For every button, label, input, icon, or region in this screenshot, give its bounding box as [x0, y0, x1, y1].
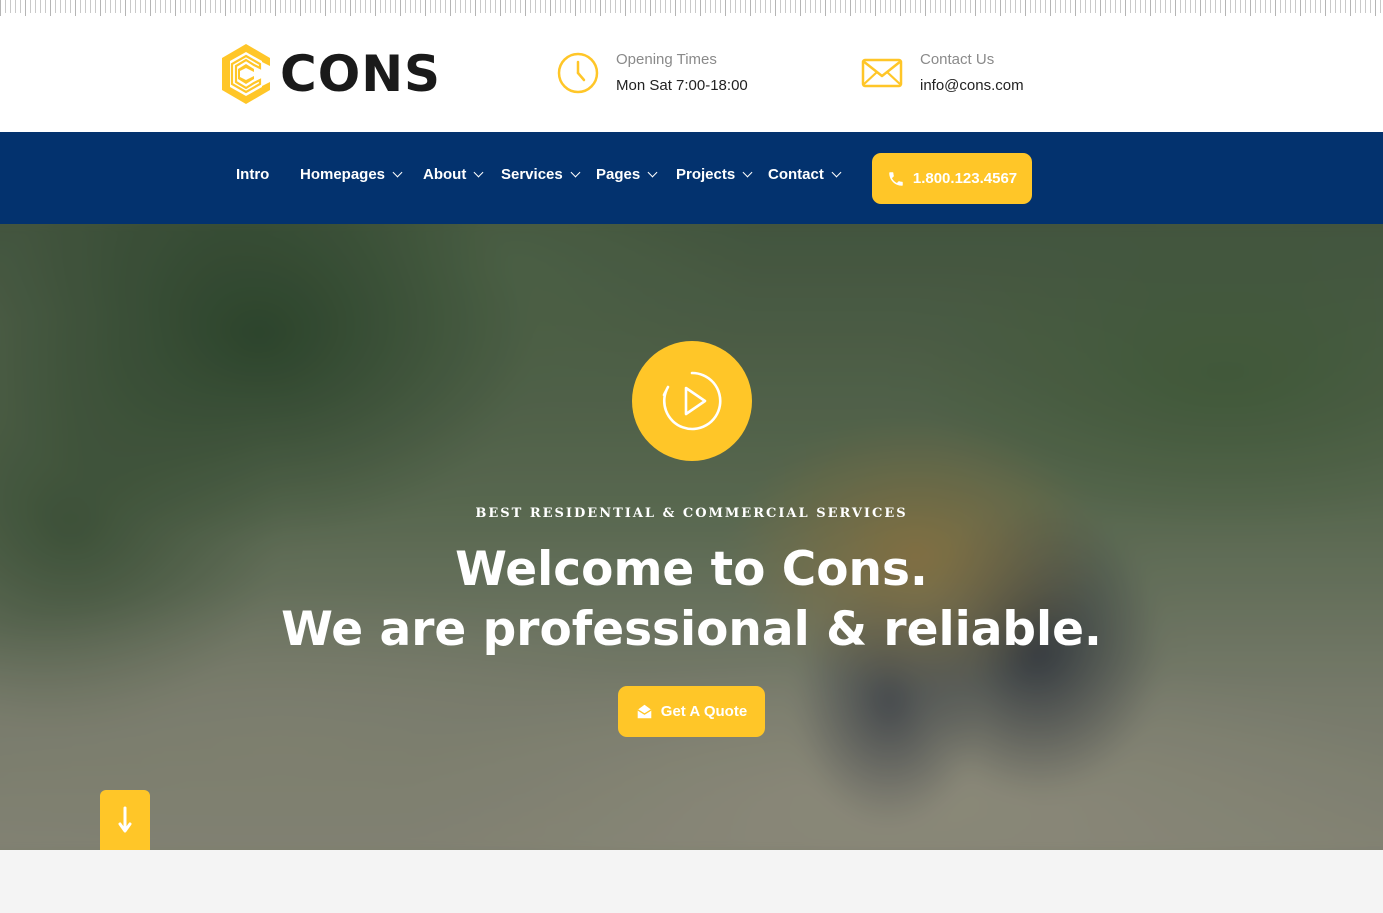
hero-section: BEST RESIDENTIAL & COMMERCIAL SERVICES W…: [0, 224, 1383, 850]
nav-item-projects[interactable]: Projects: [676, 166, 753, 183]
phone-call-button[interactable]: 1.800.123.4567: [872, 153, 1032, 204]
nav-item-services[interactable]: Services: [501, 166, 581, 183]
scroll-down-button[interactable]: [100, 790, 150, 850]
chevron-down-icon: [570, 167, 581, 178]
nav-item-about[interactable]: About: [423, 166, 484, 183]
nav-item-pages[interactable]: Pages: [596, 166, 658, 183]
site-header: CONS Opening Times Mon Sat 7:00-18:00 Co…: [0, 16, 1383, 132]
phone-icon: [889, 171, 903, 186]
nav-item-label: Contact: [768, 166, 824, 183]
nav-item-contact[interactable]: Contact: [768, 166, 842, 183]
hero-eyebrow: BEST RESIDENTIAL & COMMERCIAL SERVICES: [475, 506, 908, 521]
nav-item-label: About: [423, 166, 467, 183]
play-video-button[interactable]: [632, 341, 752, 461]
contact-us-label: Contact Us: [920, 51, 995, 68]
nav-item-label: Homepages: [300, 166, 386, 183]
opening-times-label: Opening Times: [616, 51, 717, 68]
phone-number: 1.800.123.4567: [912, 170, 1018, 187]
opening-times-block: Opening Times Mon Sat 7:00-18:00: [556, 50, 748, 96]
chevron-down-icon: [742, 167, 753, 178]
site-logo[interactable]: CONS: [220, 42, 441, 106]
opening-times-value: Mon Sat 7:00-18:00: [616, 77, 748, 94]
chevron-down-icon: [473, 167, 484, 178]
envelope-icon: [861, 58, 903, 88]
main-nav: Intro Homepages About Services Pages Pro…: [0, 132, 1383, 224]
logo-mark-icon: [222, 44, 270, 104]
hero-title-line-2: We are professional & reliable.: [281, 602, 1102, 657]
play-icon: [662, 371, 722, 431]
arrow-down-icon: [118, 806, 132, 833]
contact-email-link[interactable]: info@cons.com: [920, 76, 1024, 96]
chevron-down-icon: [831, 167, 842, 178]
get-a-quote-button[interactable]: Get A Quote: [618, 686, 765, 737]
nav-item-label: Projects: [676, 166, 736, 183]
nav-item-intro[interactable]: Intro: [236, 166, 269, 183]
nav-item-homepages[interactable]: Homepages: [300, 166, 403, 183]
logo-text: CONS: [280, 45, 442, 103]
contact-us-block: Contact Us info@cons.com: [860, 50, 1024, 96]
chevron-down-icon: [647, 167, 658, 178]
top-ruler: [0, 0, 1383, 16]
open-envelope-icon: [637, 704, 652, 719]
hero-title-line-1: Welcome to Cons.: [455, 542, 928, 597]
hero-title: Welcome to Cons. We are professional & r…: [0, 540, 1383, 660]
nav-item-label: Services: [501, 166, 563, 183]
nav-item-label: Intro: [236, 166, 270, 183]
nav-item-label: Pages: [596, 166, 641, 183]
page-section-below: [0, 850, 1383, 913]
chevron-down-icon: [392, 167, 403, 178]
clock-icon: [557, 52, 599, 94]
get-a-quote-label: Get A Quote: [660, 703, 748, 720]
